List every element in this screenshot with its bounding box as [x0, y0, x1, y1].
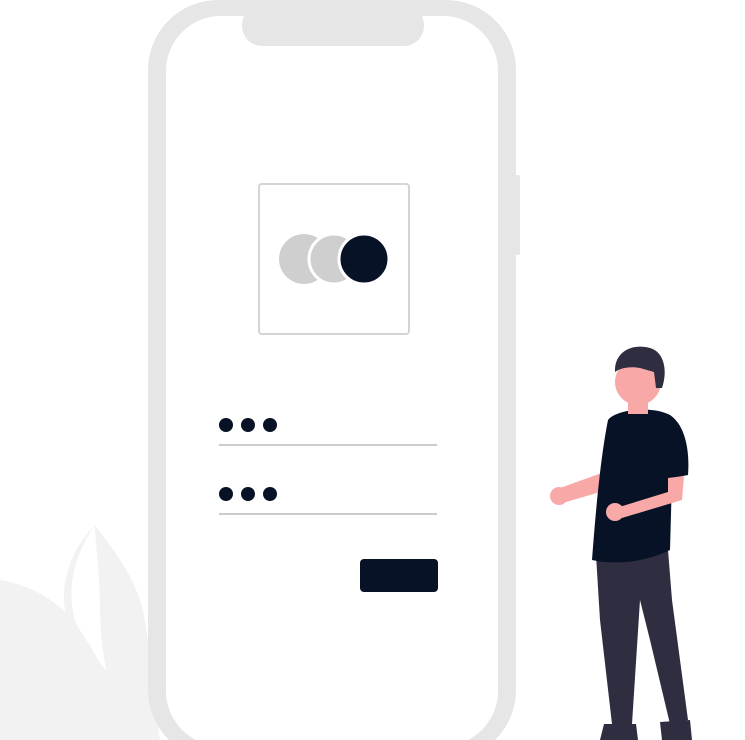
illustration-stage — [0, 0, 745, 740]
person-pants — [596, 550, 688, 724]
masked-dot — [263, 487, 277, 501]
person-hand-left — [550, 487, 568, 505]
three-overlapping-circles-icon — [279, 232, 391, 286]
masked-dot — [219, 487, 233, 501]
person-illustration — [550, 346, 692, 740]
phone-notch — [242, 5, 424, 46]
leaf-icon — [0, 525, 160, 740]
person-shoe-left — [600, 724, 638, 740]
phone-screen — [166, 16, 498, 740]
phone-side-button — [514, 175, 520, 255]
phone-device — [148, 0, 520, 740]
masked-dot — [219, 418, 233, 432]
submit-button[interactable] — [360, 559, 438, 592]
masked-dot — [241, 487, 255, 501]
person-shoe-right — [660, 720, 692, 740]
field-underline — [219, 513, 437, 515]
masked-dot — [263, 418, 277, 432]
field-underline — [219, 444, 437, 446]
person-hand-right — [606, 503, 624, 521]
masked-dot — [241, 418, 255, 432]
login-illustration — [0, 0, 692, 740]
logo-box — [258, 183, 410, 335]
